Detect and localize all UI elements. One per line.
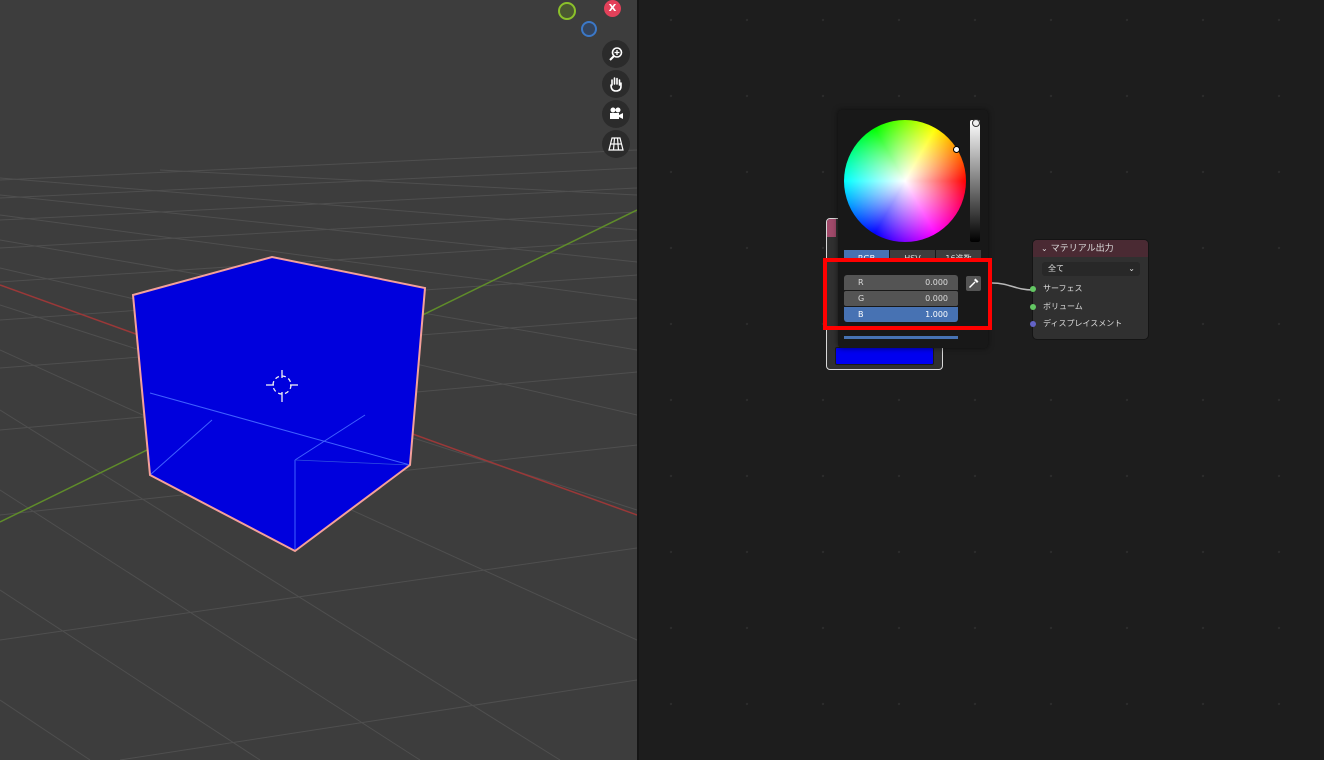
socket-volume[interactable] bbox=[1030, 304, 1036, 310]
material-output-title: マテリアル出力 bbox=[1050, 244, 1114, 254]
socket-volume-label: ボリューム bbox=[1043, 302, 1083, 311]
rgb-node-header bbox=[827, 219, 836, 237]
socket-surface-label: サーフェス bbox=[1043, 284, 1083, 293]
socket-displacement[interactable] bbox=[1030, 321, 1036, 327]
chevron-down-icon[interactable]: ⌄ bbox=[1041, 240, 1048, 257]
rgb-node-color-swatch[interactable] bbox=[835, 347, 934, 365]
socket-surface[interactable] bbox=[1030, 286, 1036, 292]
node-link-layer bbox=[991, 282, 1034, 291]
color-wheel-cursor[interactable] bbox=[953, 146, 960, 153]
rgb-fields-highlight bbox=[823, 258, 992, 330]
material-output-header[interactable]: ⌄ マテリアル出力 bbox=[1033, 240, 1148, 257]
chevron-down-icon: ⌄ bbox=[1128, 264, 1135, 273]
socket-row-displacement: ディスプレイスメント bbox=[1030, 317, 1148, 331]
color-wheel[interactable] bbox=[844, 120, 966, 242]
value-slider-handle[interactable] bbox=[972, 119, 980, 127]
node-link bbox=[991, 282, 1034, 291]
value-slider[interactable] bbox=[970, 120, 980, 242]
socket-displacement-label: ディスプレイスメント bbox=[1043, 319, 1123, 328]
picker-bottom-strip bbox=[844, 336, 958, 339]
socket-row-volume: ボリューム bbox=[1030, 300, 1148, 314]
target-dropdown-value: 全て bbox=[1048, 264, 1064, 273]
socket-row-surface: サーフェス bbox=[1030, 282, 1148, 296]
target-dropdown[interactable]: 全て ⌄ bbox=[1042, 262, 1140, 276]
material-output-node[interactable]: ⌄ マテリアル出力 全て ⌄ サーフェス ボリューム ディスプレイスメント bbox=[1030, 240, 1148, 339]
